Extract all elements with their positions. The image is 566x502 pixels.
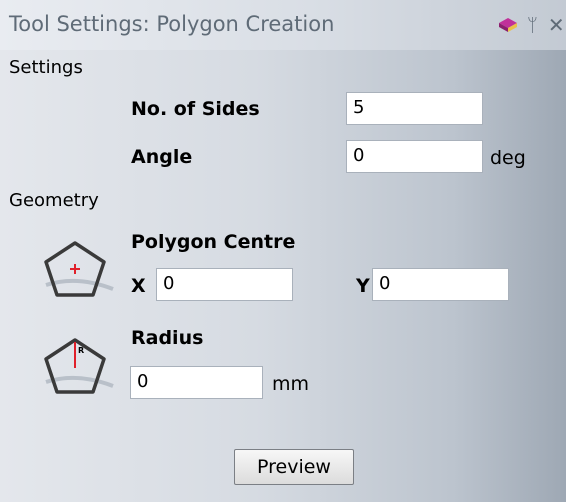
book-icon[interactable] [497, 15, 519, 35]
centre-x-label: X [131, 275, 146, 297]
polygon-radius-icon: R [44, 338, 114, 394]
close-icon[interactable]: ✕ [548, 13, 565, 37]
radius-label: Radius [131, 327, 204, 349]
title-bar-icons: ᛘ ✕ [497, 13, 565, 37]
polygon-centre-icon [44, 241, 114, 297]
preview-button[interactable]: Preview [234, 449, 354, 485]
svg-text:R: R [78, 346, 84, 355]
centre-y-input[interactable]: 0 [372, 268, 509, 301]
angle-unit: deg [490, 147, 526, 169]
centre-x-input[interactable]: 0 [156, 268, 293, 301]
radius-unit: mm [272, 373, 310, 395]
polygon-centre-label: Polygon Centre [131, 231, 296, 253]
geometry-section-label: Geometry [9, 190, 99, 211]
centre-y-label: Y [356, 275, 370, 297]
sides-label: No. of Sides [131, 98, 260, 120]
title-bar: Tool Settings: Polygon Creation ᛘ ✕ [0, 0, 566, 50]
angle-label: Angle [131, 146, 193, 168]
angle-input[interactable]: 0 [346, 140, 483, 173]
settings-section-label: Settings [9, 57, 83, 78]
tool-settings-panel: Tool Settings: Polygon Creation ᛘ ✕ Sett… [0, 0, 566, 502]
radius-input[interactable]: 0 [130, 366, 263, 399]
sides-input[interactable]: 5 [346, 92, 483, 125]
window-title: Tool Settings: Polygon Creation [9, 12, 335, 36]
pin-icon[interactable]: ᛘ [527, 15, 538, 36]
